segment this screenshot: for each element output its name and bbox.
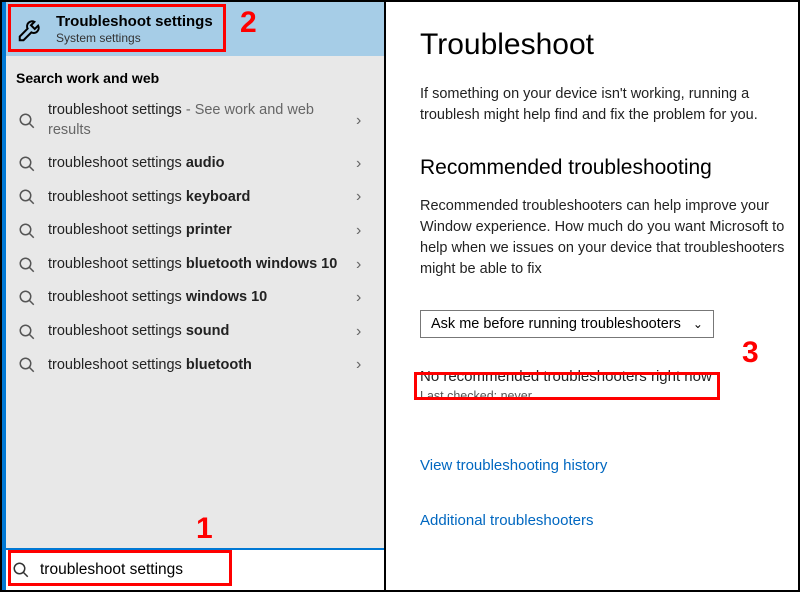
settings-page: Troubleshoot If something on your device…: [386, 2, 798, 590]
troubleshooter-dropdown[interactable]: Ask me before running troubleshooters ⌄: [420, 310, 714, 338]
result-label: troubleshoot settings bluetooth windows …: [48, 255, 356, 275]
chevron-right-icon: ›: [356, 323, 372, 341]
search-icon: [18, 155, 36, 173]
search-result-row[interactable]: troubleshoot settings windows 10›: [2, 281, 384, 315]
search-icon: [18, 356, 36, 374]
result-label: troubleshoot settings sound: [48, 322, 356, 342]
search-icon: [18, 188, 36, 206]
search-result-row[interactable]: troubleshoot settings keyboard›: [2, 181, 384, 215]
section-heading: Recommended troubleshooting: [420, 156, 798, 180]
result-label: troubleshoot settings windows 10: [48, 288, 356, 308]
chevron-right-icon: ›: [356, 222, 372, 240]
search-icon: [18, 256, 36, 274]
search-result-row[interactable]: troubleshoot settings audio›: [2, 147, 384, 181]
chevron-right-icon: ›: [356, 188, 372, 206]
chevron-right-icon: ›: [356, 356, 372, 374]
search-panel: Troubleshoot settings System settings Se…: [2, 2, 386, 590]
search-icon: [18, 222, 36, 240]
view-history-link[interactable]: View troubleshooting history: [420, 457, 798, 474]
page-description: If something on your device isn't workin…: [420, 84, 798, 126]
search-input[interactable]: [40, 561, 374, 579]
search-result-row[interactable]: troubleshoot settings bluetooth windows …: [2, 248, 384, 282]
search-icon: [18, 323, 36, 341]
no-recommended-text: No recommended troubleshooters right now: [420, 368, 798, 385]
chevron-down-icon: ⌄: [693, 317, 703, 331]
accent-bar: [2, 2, 6, 590]
page-title: Troubleshoot: [420, 28, 798, 62]
search-result-row[interactable]: troubleshoot settings sound›: [2, 315, 384, 349]
search-result-row[interactable]: troubleshoot settings - See work and web…: [2, 94, 384, 147]
section-label: Search work and web: [2, 56, 384, 94]
dropdown-label: Ask me before running troubleshooters: [431, 316, 681, 332]
result-label: troubleshoot settings - See work and web…: [48, 101, 356, 140]
top-result[interactable]: Troubleshoot settings System settings: [2, 2, 384, 56]
results-list: troubleshoot settings - See work and web…: [2, 94, 384, 548]
search-icon: [18, 112, 36, 130]
result-label: troubleshoot settings keyboard: [48, 188, 356, 208]
result-label: troubleshoot settings bluetooth: [48, 356, 356, 376]
search-icon: [12, 561, 30, 579]
search-bar[interactable]: [2, 548, 384, 590]
chevron-right-icon: ›: [356, 155, 372, 173]
search-icon: [18, 289, 36, 307]
result-label: troubleshoot settings audio: [48, 154, 356, 174]
search-result-row[interactable]: troubleshoot settings bluetooth›: [2, 349, 384, 383]
section-description: Recommended troubleshooters can help imp…: [420, 196, 798, 280]
top-result-text: Troubleshoot settings System settings: [56, 13, 213, 45]
result-label: troubleshoot settings printer: [48, 221, 356, 241]
top-result-title: Troubleshoot settings: [56, 13, 213, 30]
wrench-icon: [16, 14, 46, 44]
chevron-right-icon: ›: [356, 289, 372, 307]
chevron-right-icon: ›: [356, 256, 372, 274]
search-result-row[interactable]: troubleshoot settings printer›: [2, 214, 384, 248]
top-result-subtitle: System settings: [56, 31, 213, 45]
last-checked-text: Last checked: never: [420, 389, 798, 403]
additional-troubleshooters-link[interactable]: Additional troubleshooters: [420, 512, 798, 529]
chevron-right-icon: ›: [356, 112, 372, 130]
